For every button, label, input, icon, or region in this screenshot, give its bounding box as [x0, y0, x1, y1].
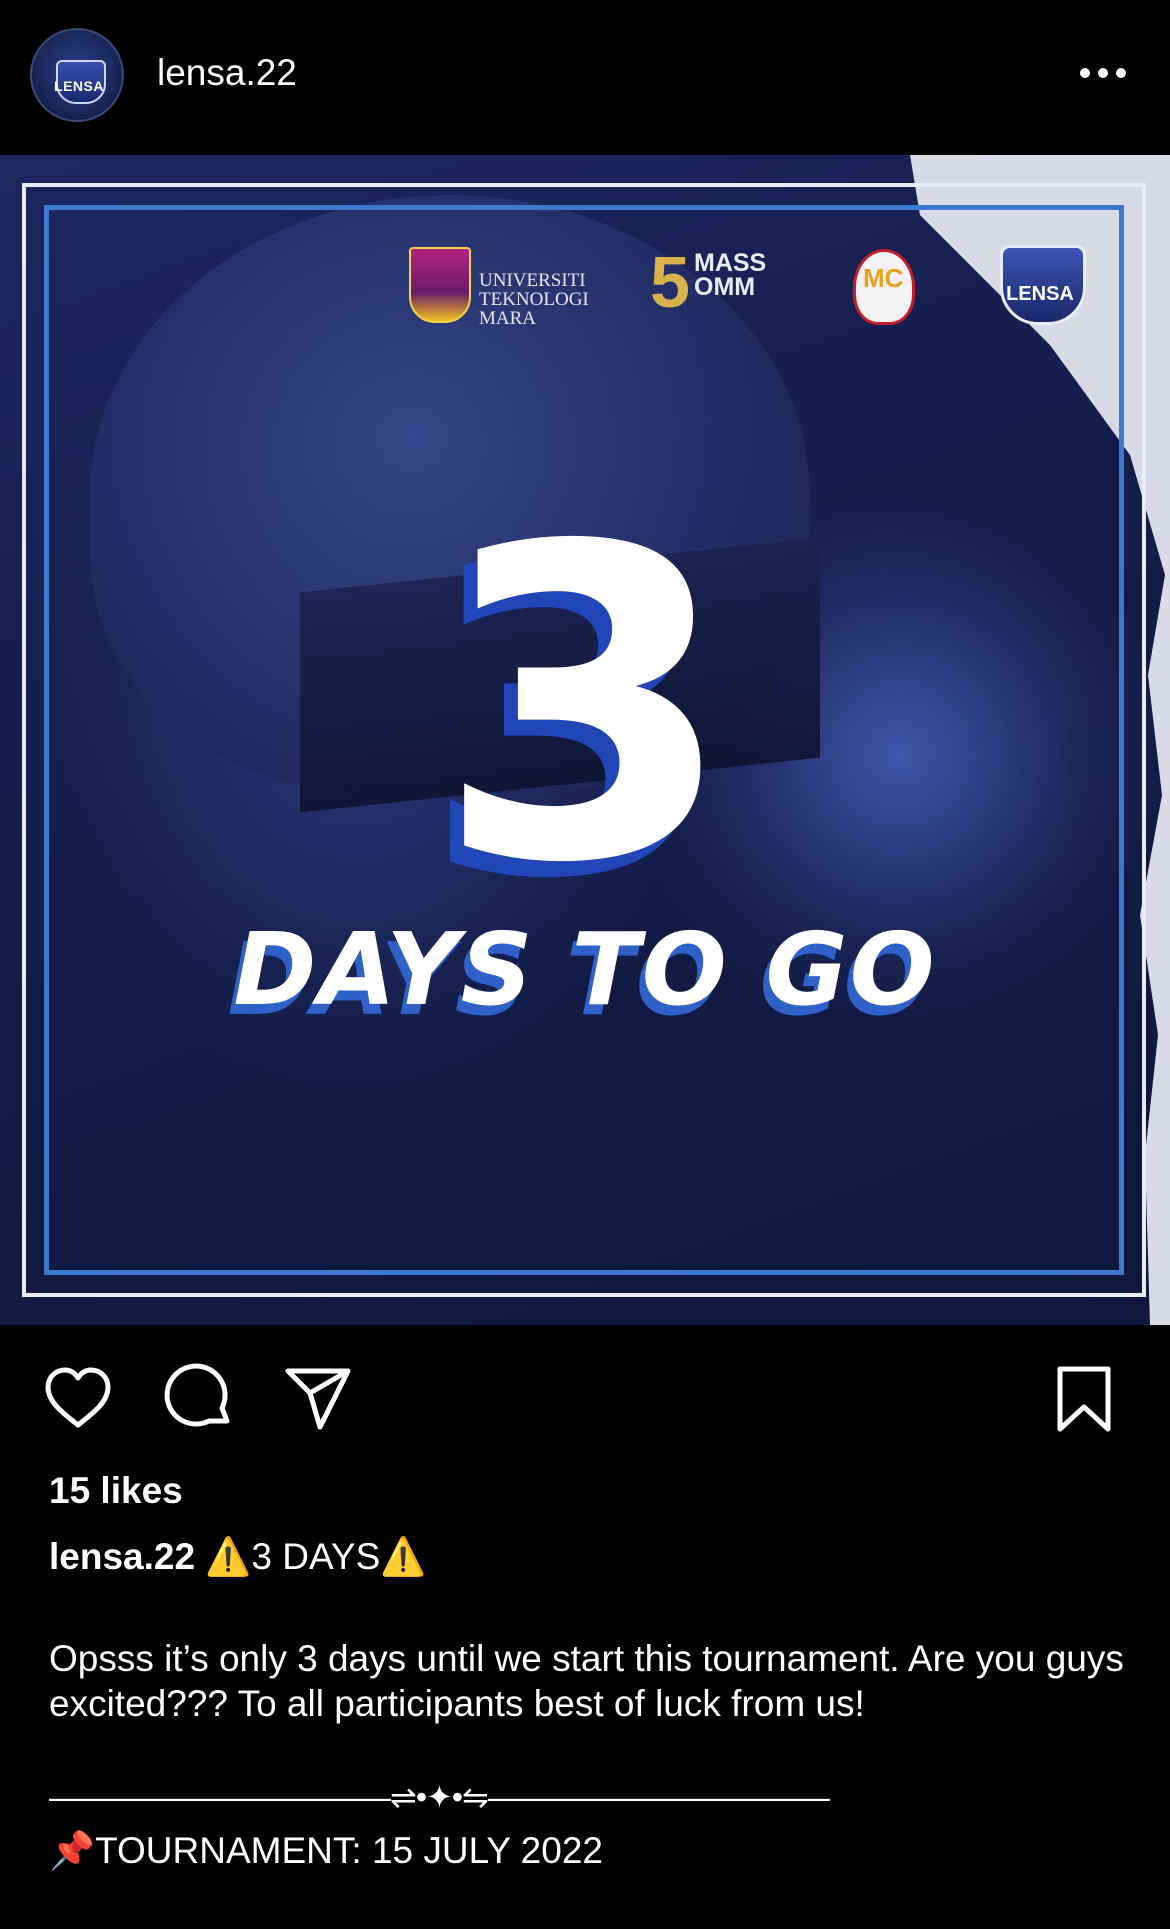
countdown-number: 3	[435, 457, 735, 957]
more-options-icon[interactable]	[1078, 66, 1128, 80]
post-image[interactable]: UNIVERSITI TEKNOLOGI MARA 5 MASS OMM MC …	[0, 155, 1170, 1325]
pin-icon: 📌	[49, 1830, 96, 1871]
uitm-logo-text: UNIVERSITI TEKNOLOGI MARA	[479, 270, 589, 329]
warning-icon: ⚠️	[380, 1536, 427, 1577]
tournament-date: 📌TOURNAMENT: 15 JULY 2022	[49, 1830, 603, 1873]
countdown-text: DAYS TO GO	[233, 911, 937, 1028]
action-bar	[0, 1345, 1170, 1445]
post-header: LENSA lensa.22	[0, 0, 1170, 152]
tournament-text: TOURNAMENT: 15 JULY 2022	[95, 1830, 603, 1871]
mc-logo: MC	[833, 243, 923, 333]
avatar-logo-text: LENSA	[54, 78, 104, 94]
caption-headline-text: 3 DAYS	[251, 1536, 381, 1577]
uitm-logo: UNIVERSITI TEKNOLOGI MARA	[405, 243, 595, 333]
sponsor-logos: UNIVERSITI TEKNOLOGI MARA 5 MASS OMM MC …	[405, 243, 1086, 333]
uitm-crest-icon	[409, 247, 471, 323]
send-icon[interactable]	[282, 1363, 354, 1435]
mass-comm-logo: 5 MASS OMM	[650, 243, 767, 323]
caption-body: Opsss it’s only 3 days until we start th…	[49, 1638, 1124, 1724]
caption-divider: ———————————⇌•✦•⇋———————————	[49, 1779, 830, 1815]
avatar[interactable]: LENSA	[30, 28, 124, 122]
bookmark-icon[interactable]	[1048, 1363, 1120, 1435]
lensa-logo: LENSA	[990, 237, 1090, 337]
comment-icon[interactable]	[164, 1363, 236, 1435]
warning-icon: ⚠️	[205, 1536, 252, 1577]
username[interactable]: lensa.22	[157, 52, 297, 94]
caption-headline: lensa.22 ⚠️3 DAYS⚠️	[49, 1536, 426, 1579]
heart-icon[interactable]	[42, 1363, 114, 1435]
caption-username[interactable]: lensa.22	[49, 1536, 195, 1577]
likes-count[interactable]: 15 likes	[49, 1470, 183, 1512]
